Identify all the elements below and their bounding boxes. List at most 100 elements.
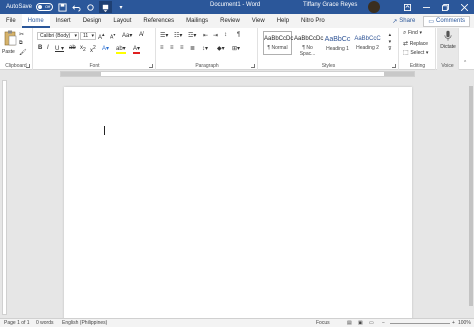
horizontal-ruler[interactable] <box>60 71 415 77</box>
tab-design[interactable]: Design <box>77 14 108 28</box>
tab-mailings[interactable]: Mailings <box>180 14 214 28</box>
tab-help[interactable]: Help <box>271 14 295 28</box>
decrease-indent-icon[interactable]: ⇤ <box>203 32 208 39</box>
share-button[interactable]: ↗ Share <box>388 16 419 27</box>
shrink-font-icon[interactable]: A▾ <box>110 32 115 41</box>
redo-icon[interactable] <box>85 2 95 12</box>
underline-icon[interactable]: U ▾ <box>55 45 64 52</box>
bold-icon[interactable]: B <box>38 45 42 51</box>
undo-icon[interactable] <box>71 2 81 12</box>
tab-insert[interactable]: Insert <box>50 14 77 28</box>
justify-icon[interactable]: ≣ <box>190 45 195 52</box>
replace-button[interactable]: ⇄ Replace <box>403 40 428 47</box>
style-heading-1[interactable]: AaBbCc Heading 1 <box>323 31 352 55</box>
editing-group-label: Editing <box>409 63 426 69</box>
change-case-icon[interactable]: Aa▾ <box>122 32 132 39</box>
vertical-ruler[interactable] <box>2 80 7 315</box>
borders-icon[interactable]: ⊞▾ <box>232 45 240 52</box>
sort-icon[interactable]: ↕ <box>224 32 227 38</box>
shading-icon[interactable]: ◆▾ <box>217 45 225 52</box>
tab-view[interactable]: View <box>246 14 271 28</box>
replace-icon: ⇄ <box>403 41 409 47</box>
minimize-icon[interactable] <box>417 0 436 14</box>
user-avatar[interactable] <box>368 1 380 13</box>
close-icon[interactable] <box>455 0 474 14</box>
strikethrough-icon[interactable]: ab <box>69 45 76 51</box>
page-count[interactable]: Page 1 of 1 <box>4 320 30 326</box>
line-spacing-icon[interactable]: ↕▾ <box>202 45 208 52</box>
align-right-icon[interactable]: ≡ <box>180 45 184 51</box>
replace-label: Replace <box>409 41 429 47</box>
styles-scroll-icon[interactable]: ▴ ▾ ⊽ <box>388 32 392 53</box>
format-painter-icon[interactable]: 🖌 <box>19 49 27 56</box>
save-icon[interactable] <box>57 2 67 12</box>
paragraph-launcher-icon[interactable] <box>251 64 255 68</box>
italic-icon[interactable]: I <box>47 45 49 51</box>
style-heading-2[interactable]: AaBbCcC Heading 2 <box>353 31 382 55</box>
restore-icon[interactable] <box>436 0 455 14</box>
collapse-ribbon-icon[interactable]: ⌃ <box>463 60 467 66</box>
cut-icon[interactable]: ✂ <box>19 31 24 38</box>
align-center-icon[interactable]: ≡ <box>170 45 174 51</box>
find-button[interactable]: ⌕ Find ▾ <box>403 30 422 37</box>
align-left-icon[interactable]: ≡ <box>160 45 164 51</box>
document-page[interactable] <box>64 87 412 321</box>
dictate-button[interactable]: Dictate <box>439 30 457 50</box>
style-no-spacing[interactable]: AaBbCcDc ¶ No Spac... <box>293 31 323 57</box>
qat-more-icon[interactable]: ▾ <box>116 2 126 12</box>
read-mode-icon[interactable]: ▤ <box>347 320 352 326</box>
customize-qat-icon[interactable] <box>99 1 113 13</box>
ribbon: Paste ✂ ⧉ 🖌 Clipboard Calibri (Body) 11 … <box>0 28 474 70</box>
copy-icon[interactable]: ⧉ <box>19 40 23 46</box>
scrollbar-thumb[interactable] <box>469 86 473 306</box>
comments-button[interactable]: ▭ Comments <box>423 15 470 27</box>
paste-button[interactable] <box>3 30 17 48</box>
tab-nitro-pro[interactable]: Nitro Pro <box>295 14 331 28</box>
style-normal[interactable]: AaBbCcDc ¶ Normal <box>263 31 293 55</box>
ribbon-display-options-icon[interactable] <box>398 0 417 14</box>
styles-group: AaBbCcDc ¶ Normal AaBbCcDc ¶ No Spac... … <box>259 28 399 70</box>
tab-references[interactable]: References <box>137 14 180 28</box>
numbering-icon[interactable]: ☷▾ <box>174 32 182 39</box>
zoom-in-icon[interactable]: + <box>452 320 455 326</box>
editing-group: ⌕ Find ▾ ⇄ Replace ⬚ Select ▾ Editing <box>400 28 436 70</box>
zoom-out-icon[interactable]: − <box>382 320 385 326</box>
document-title: Document1 - Word <box>210 2 261 8</box>
font-launcher-icon[interactable] <box>149 64 153 68</box>
font-name-select[interactable]: Calibri (Body) <box>37 32 79 40</box>
style-name: ¶ No Spac... <box>299 45 316 57</box>
grow-font-icon[interactable]: A▴ <box>98 32 105 41</box>
multilevel-list-icon[interactable]: ☲▾ <box>188 32 196 39</box>
font-size-select[interactable]: 11 <box>80 32 96 40</box>
superscript-icon[interactable]: x2 <box>90 45 96 54</box>
print-layout-icon[interactable]: ▣ <box>358 320 363 326</box>
text-effects-icon[interactable]: A▾ <box>102 45 109 52</box>
increase-indent-icon[interactable]: ⇥ <box>213 32 218 39</box>
clear-formatting-icon[interactable]: A̸ <box>139 32 143 38</box>
web-layout-icon[interactable]: ▭ <box>369 320 374 326</box>
paragraph-group-label: Paragraph <box>195 63 219 69</box>
user-name[interactable]: Tiffany Grace Reyes <box>303 2 357 8</box>
tab-file[interactable]: File <box>0 14 22 28</box>
tab-layout[interactable]: Layout <box>107 14 137 28</box>
clipboard-launcher-icon[interactable] <box>26 64 30 68</box>
focus-mode[interactable]: Focus <box>316 320 330 326</box>
styles-launcher-icon[interactable] <box>392 64 396 68</box>
status-bar: Page 1 of 1 0 words English (Philippines… <box>0 318 474 327</box>
autosave-toggle[interactable]: Off <box>36 3 54 11</box>
bullets-icon[interactable]: ☰▾ <box>160 32 168 39</box>
language[interactable]: English (Philippines) <box>62 320 107 326</box>
comment-icon: ▭ <box>428 18 434 25</box>
font-color-icon[interactable]: A▾ <box>133 45 141 54</box>
tab-home[interactable]: Home <box>21 14 50 28</box>
word-count[interactable]: 0 words <box>36 320 54 326</box>
vertical-scrollbar[interactable] <box>468 80 474 318</box>
subscript-icon[interactable]: x2 <box>80 45 86 53</box>
select-button[interactable]: ⬚ Select ▾ <box>403 49 428 56</box>
tab-review[interactable]: Review <box>214 14 246 28</box>
select-icon: ⬚ <box>403 50 409 56</box>
highlight-icon[interactable]: ab▾ <box>116 45 126 54</box>
zoom-level[interactable]: 100% <box>458 320 471 326</box>
zoom-slider[interactable] <box>390 323 450 324</box>
show-formatting-icon[interactable]: ¶ <box>237 32 240 38</box>
